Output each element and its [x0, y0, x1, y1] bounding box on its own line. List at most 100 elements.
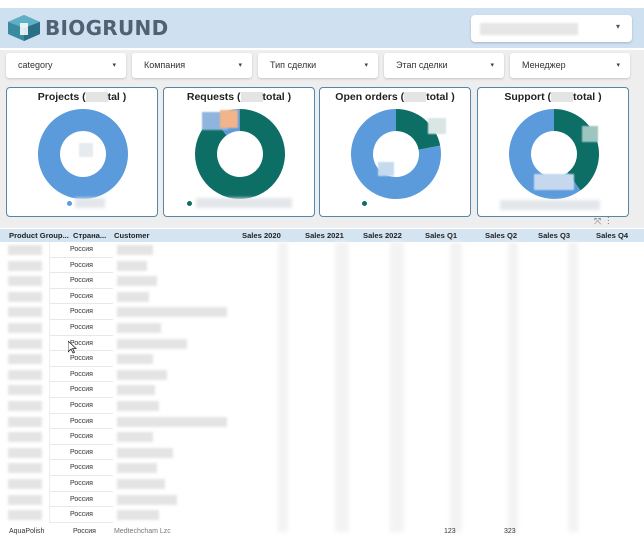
cell-country: Россия [49, 366, 113, 383]
data-table[interactable]: Россия Россия Россия Россия Россия Россия Росс… [0, 242, 644, 549]
table-row[interactable]: Россия [0, 413, 644, 430]
cell-country: Россия [49, 444, 113, 461]
cell-country: Россия [49, 507, 113, 523]
cell-country: Россия [49, 320, 113, 336]
legend-dot [67, 201, 72, 206]
cell-product-group-redacted [8, 494, 42, 505]
filter-deal-stage[interactable]: Этап сделки ▾ [384, 53, 504, 78]
filter-label: category [18, 60, 53, 70]
card-support[interactable]: Support (total ) [477, 87, 629, 217]
cell-product-group-redacted [8, 463, 42, 474]
cell-country: Россия [49, 288, 113, 305]
more-options-icon[interactable]: ⋮ [607, 216, 615, 226]
cell-customer-redacted [117, 260, 147, 271]
table-row[interactable]: Россия [0, 366, 644, 383]
filter-label: Этап сделки [396, 60, 448, 70]
col-country[interactable]: Страна... [73, 231, 106, 240]
filter-deal-type[interactable]: Тип сделки ▾ [258, 53, 378, 78]
table-row[interactable]: Россия [0, 242, 644, 258]
cell-customer-redacted [117, 291, 149, 302]
table-row[interactable]: Россия [0, 444, 644, 461]
col-sales-q2[interactable]: Sales Q2 [485, 231, 517, 240]
table-row[interactable]: Россия [0, 398, 644, 414]
redacted-count [85, 92, 108, 103]
cell-customer-redacted [117, 338, 187, 349]
cell-country: Россия [49, 398, 113, 414]
col-sales-2021[interactable]: Sales 2021 [305, 231, 344, 240]
filter-manager[interactable]: Менеджер ▾ [510, 53, 630, 78]
table-row-last[interactable]: AquaPolish Россия Medtechcham Lzc 123 32… [0, 527, 644, 539]
table-row[interactable]: Россия [0, 320, 644, 336]
table-row[interactable]: Россия [0, 491, 644, 508]
redacted-column [568, 242, 578, 532]
cell-customer-redacted [117, 510, 159, 521]
card-requests[interactable]: Requests (total ) [163, 87, 315, 217]
top-right-dropdown[interactable]: ▾ [471, 15, 632, 42]
table-row[interactable]: Россия [0, 476, 644, 492]
focus-mode-icon[interactable]: ⤧ [594, 216, 607, 226]
cell-product-group-redacted [8, 354, 42, 365]
col-sales-q3[interactable]: Sales Q3 [538, 231, 570, 240]
cell-customer-redacted [117, 385, 155, 396]
chevron-down-icon: ▾ [615, 22, 620, 31]
table-row[interactable]: Россия [0, 288, 644, 305]
cell-country: Россия [49, 382, 113, 398]
chevron-down-icon: ▾ [616, 62, 620, 69]
redacted-column [278, 242, 288, 532]
redacted-column [335, 242, 349, 532]
col-sales-2020[interactable]: Sales 2020 [242, 231, 281, 240]
brand-name: BIOGRUND [45, 16, 169, 40]
filter-category[interactable]: category ▾ [6, 53, 126, 78]
cell-customer-redacted [117, 245, 153, 255]
col-sales-q4[interactable]: Sales Q4 [596, 231, 628, 240]
mouse-cursor-icon [68, 341, 77, 354]
filter-label: Менеджер [522, 60, 566, 70]
filter-company[interactable]: Компания ▾ [132, 53, 252, 78]
redacted-column [390, 242, 404, 532]
table-row[interactable]: Россия [0, 335, 644, 352]
cell-product-group-redacted [8, 260, 42, 271]
cell-product-group-redacted [8, 369, 42, 380]
cell-product-group-redacted [8, 338, 42, 349]
cell-country: Россия [49, 413, 113, 430]
chevron-down-icon: ▾ [364, 62, 368, 69]
cell-customer-redacted [117, 323, 161, 333]
filter-bar: category ▾ Компания ▾ Тип сделки ▾ Этап … [0, 50, 644, 83]
table-row[interactable]: Россия [0, 429, 644, 445]
table-row[interactable]: Россия [0, 304, 644, 320]
filter-label: Тип сделки [270, 60, 317, 70]
card-title: Requests (total ) [186, 91, 292, 103]
col-product-group[interactable]: Product Group... [9, 231, 69, 240]
legend-dot [187, 201, 192, 206]
dropdown-value-redacted [480, 23, 578, 35]
redacted-count [240, 92, 263, 103]
cell-customer-redacted [117, 276, 157, 287]
cell-country: Россия [49, 304, 113, 320]
cell-sales-q2: 323 [504, 528, 516, 535]
card-projects[interactable]: Projects (tal ) [6, 87, 158, 217]
cell-product-group-redacted [8, 510, 42, 521]
cell-country: Россия [49, 273, 113, 289]
logo-icon [8, 15, 40, 41]
cell-country: Россия [49, 242, 113, 258]
table-row[interactable]: Россия [0, 460, 644, 476]
table-row[interactable]: Россия [0, 351, 644, 367]
redacted-label [582, 126, 598, 142]
col-sales-q1[interactable]: Sales Q1 [425, 231, 457, 240]
card-title: Support (total ) [504, 91, 602, 103]
col-sales-2022[interactable]: Sales 2022 [363, 231, 402, 240]
col-customer[interactable]: Customer [114, 231, 149, 240]
card-title: Projects (tal ) [37, 91, 127, 103]
cell-product-group-redacted [8, 323, 42, 333]
card-open-orders[interactable]: Open orders (total ) [319, 87, 471, 217]
chevron-down-icon: ▾ [490, 62, 494, 69]
cell-product-group-redacted [8, 479, 42, 489]
table-row[interactable]: Россия [0, 273, 644, 289]
table-row[interactable]: Россия [0, 257, 644, 274]
legend-label-redacted [500, 200, 600, 210]
redacted-count [551, 92, 574, 103]
table-row[interactable]: Россия [0, 507, 644, 523]
cell-customer-redacted [117, 479, 165, 489]
cell-product-group-redacted [8, 307, 42, 318]
table-row[interactable]: Россия [0, 382, 644, 398]
